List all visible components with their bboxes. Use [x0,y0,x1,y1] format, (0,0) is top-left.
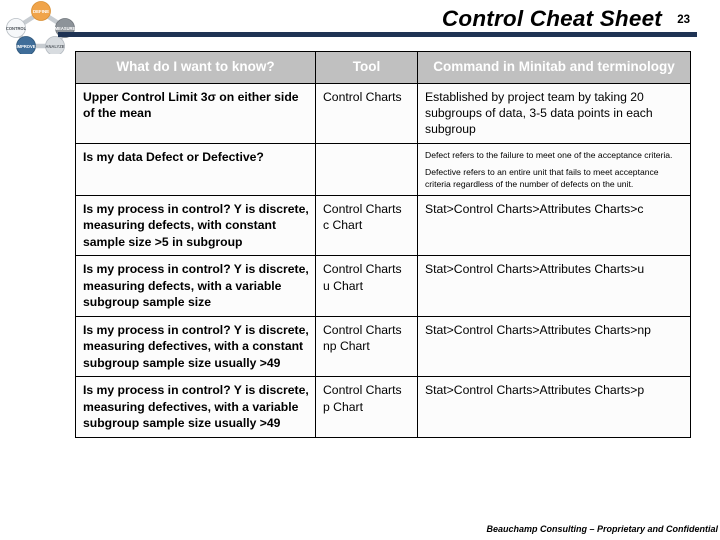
title-divider-rule [58,32,697,37]
table-body: Upper Control Limit 3σ on either side of… [75,82,691,438]
cell-question: Upper Control Limit 3σ on either side of… [75,82,316,144]
cell-tool: Control Charts p Chart [315,376,418,438]
cell-tool: Control Charts np Chart [315,315,418,378]
svg-text:CONTROL: CONTROL [6,26,27,31]
table-row: Upper Control Limit 3σ on either side of… [75,82,691,144]
column-header-tool: Tool [315,51,418,84]
table-row: Is my process in control? Y is discrete,… [75,376,691,438]
cell-command: Stat>Control Charts>Attributes Charts>np [417,315,691,378]
cell-command: Stat>Control Charts>Attributes Charts>p [417,376,691,438]
cell-question: Is my process in control? Y is discrete,… [75,376,316,438]
dmaic-node-improve: IMPROVE [16,36,36,54]
table-row: Is my process in control? Y is discrete,… [75,255,691,317]
cell-command: Defect refers to the failure to meet one… [417,142,691,197]
column-header-question: What do I want to know? [75,51,316,84]
cell-command-paragraph: Defective refers to an entire unit that … [425,166,659,189]
table-row: Is my data Defect or Defective? Defect r… [75,142,691,197]
cell-question: Is my process in control? Y is discrete,… [75,315,316,378]
table-row: Is my process in control? Y is discrete,… [75,195,691,257]
cell-question: Is my process in control? Y is discrete,… [75,195,316,257]
control-cheat-sheet-table: What do I want to know? Tool Command in … [75,51,691,438]
page-title: Control Cheat Sheet [441,6,662,31]
svg-text:ANALYZE: ANALYZE [46,44,65,49]
cell-command: Stat>Control Charts>Attributes Charts>u [417,255,691,317]
dmaic-node-define: DEFINE [31,1,51,21]
column-header-command: Command in Minitab and terminology [417,51,691,84]
cell-command-paragraph: Defect refers to the failure to meet one… [425,149,673,160]
svg-text:DEFINE: DEFINE [33,9,49,14]
cell-command: Established by project team by taking 20… [417,82,691,144]
table-header-row: What do I want to know? Tool Command in … [75,51,691,84]
cell-question: Is my process in control? Y is discrete,… [75,255,316,317]
cell-tool [315,142,418,197]
page-number: 23 [677,14,690,26]
cell-question: Is my data Defect or Defective? [75,142,316,197]
svg-text:IMPROVE: IMPROVE [17,44,36,49]
cell-tool: Control Charts [315,82,418,144]
table-row: Is my process in control? Y is discrete,… [75,315,691,378]
cell-command: Stat>Control Charts>Attributes Charts>c [417,195,691,257]
footer-confidentiality-note: Beauchamp Consulting – Proprietary and C… [486,524,718,534]
cell-tool: Control Charts u Chart [315,255,418,317]
cell-tool: Control Charts c Chart [315,195,418,257]
